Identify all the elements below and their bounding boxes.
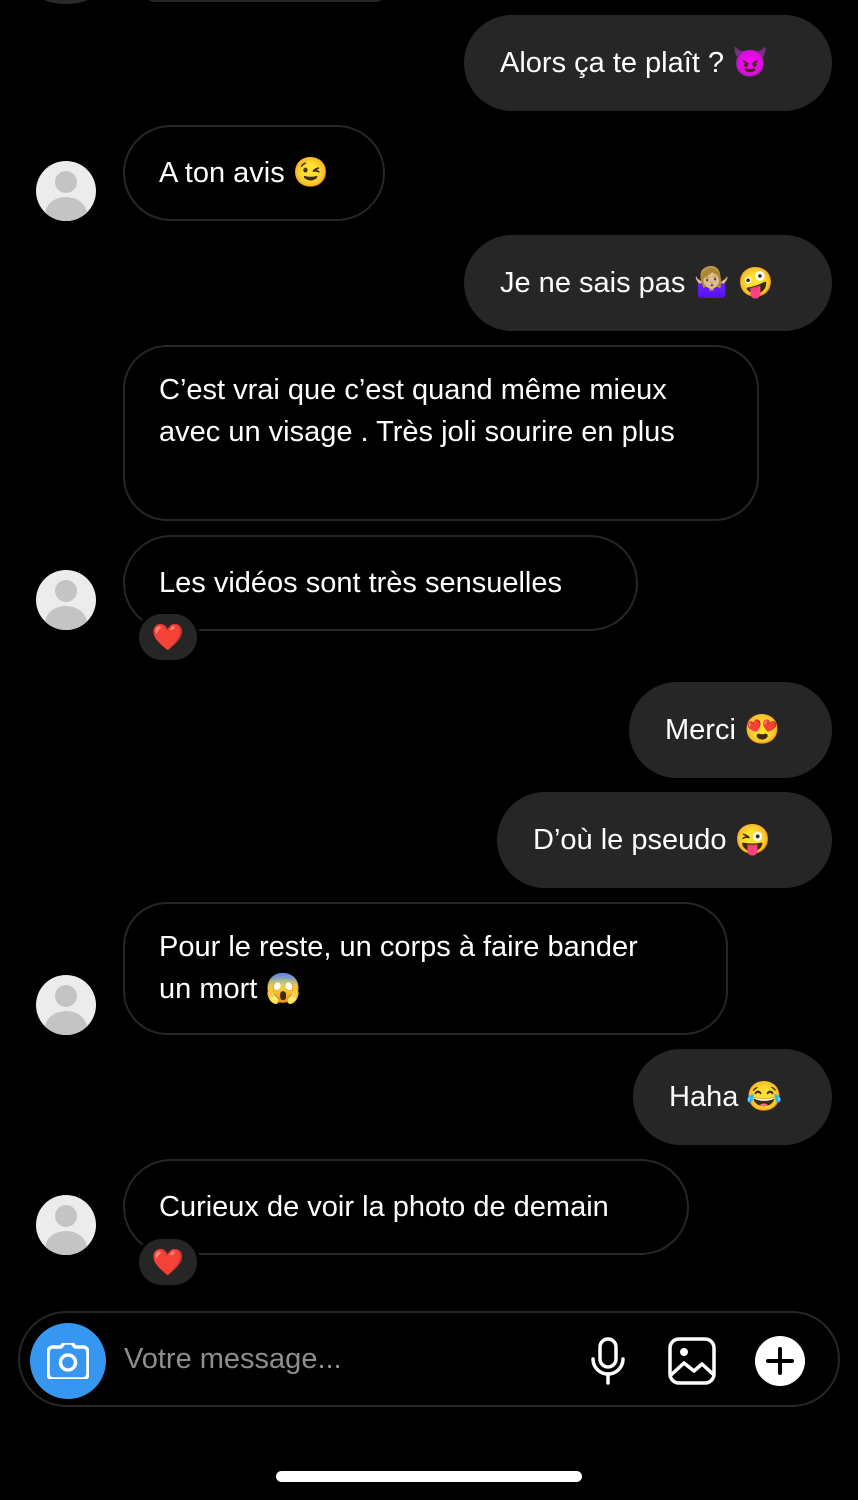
message-text: A ton avis 😉 (159, 157, 329, 189)
message-text: Je ne sais pas 🤷🏼‍♀️ 🤪 (500, 267, 774, 299)
message-text-line: Pour le reste, un corps à faire bander (159, 931, 638, 963)
avatar[interactable] (36, 975, 96, 1035)
message-bubble-incoming[interactable]: C’est vrai que c’est quand même mieux av… (123, 345, 759, 521)
message-text: D’où le pseudo 😜 (533, 824, 771, 856)
home-indicator[interactable] (276, 1471, 582, 1482)
message-text: Haha 😂 (669, 1081, 783, 1113)
message-bubble-outgoing[interactable]: Merci 😍 (629, 682, 832, 778)
camera-button[interactable] (30, 1323, 106, 1399)
voice-message-button[interactable] (582, 1335, 634, 1387)
heart-icon: ❤️ (151, 622, 185, 652)
gallery-icon (668, 1337, 716, 1385)
message-bubble-incoming[interactable]: Les vidéos sont très sensuelles (123, 535, 638, 631)
message-bubble-incoming[interactable]: Curieux de voir la photo de demain (123, 1159, 689, 1255)
message-text-line: un mort 😱 (159, 973, 302, 1005)
reaction-heart[interactable]: ❤️ (136, 611, 200, 663)
message-bubble-partial[interactable] (140, 0, 390, 2)
message-bubble-incoming[interactable]: Pour le reste, un corps à faire bander u… (123, 902, 728, 1035)
message-composer (18, 1311, 840, 1407)
message-text: Curieux de voir la photo de demain (159, 1191, 609, 1223)
message-input[interactable] (124, 1333, 564, 1385)
reaction-heart[interactable]: ❤️ (136, 1236, 200, 1288)
microphone-icon (591, 1337, 625, 1385)
message-bubble-outgoing[interactable]: Alors ça te plaît ? 😈 (464, 15, 832, 111)
message-text: Alors ça te plaît ? 😈 (500, 47, 769, 79)
message-text: Les vidéos sont très sensuelles (159, 567, 562, 599)
gallery-button[interactable] (666, 1335, 718, 1387)
message-bubble-outgoing[interactable]: Haha 😂 (633, 1049, 832, 1145)
message-text: Merci 😍 (665, 714, 781, 746)
avatar[interactable] (36, 1195, 96, 1255)
message-bubble-outgoing[interactable]: D’où le pseudo 😜 (497, 792, 832, 888)
plus-icon (755, 1336, 805, 1386)
more-button[interactable] (754, 1335, 806, 1387)
avatar[interactable] (36, 0, 96, 4)
avatar[interactable] (36, 161, 96, 221)
message-text-line: avec un visage . Très joli sourire en pl… (159, 416, 675, 448)
avatar[interactable] (36, 570, 96, 630)
message-bubble-outgoing[interactable]: Je ne sais pas 🤷🏼‍♀️ 🤪 (464, 235, 832, 331)
heart-icon: ❤️ (151, 1247, 185, 1277)
message-text-line: C’est vrai que c’est quand même mieux (159, 374, 667, 406)
message-bubble-incoming[interactable]: A ton avis 😉 (123, 125, 385, 221)
camera-icon (47, 1343, 89, 1379)
